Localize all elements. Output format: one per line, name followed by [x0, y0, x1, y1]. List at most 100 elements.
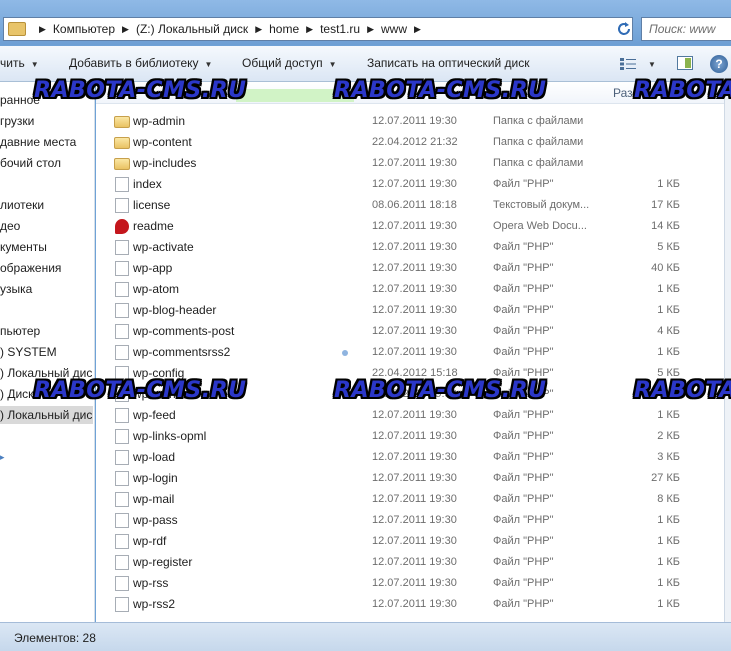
file-date: 12.07.2011 19:30 — [372, 178, 457, 190]
burn-button[interactable]: Записать на оптический диск — [367, 56, 530, 70]
file-row[interactable]: wp-includes 12.07.2011 19:30 Папка с файла… — [96, 153, 724, 174]
nav-item-local-disk-z[interactable]: ) Локальный дис — [0, 406, 93, 424]
folder-icon — [114, 158, 130, 170]
breadcrumb-www[interactable]: www — [381, 22, 407, 36]
nav-item-disk[interactable]: ) Диск — [0, 385, 33, 403]
file-row[interactable]: wp-content 22.04.2012 21:32 Папка с файлам… — [96, 132, 724, 153]
file-size: 1 КБ — [657, 535, 680, 547]
file-icon — [115, 471, 129, 486]
file-row[interactable]: wp-links-opml 12.07.2011 19:30 Файл "PHP" 2… — [96, 426, 724, 447]
folder-icon — [114, 116, 130, 128]
file-date: 12.07.2011 19:30 — [372, 493, 457, 505]
file-date: 12.07.2011 19:30 — [372, 283, 457, 295]
nav-item-video[interactable]: део — [0, 217, 20, 235]
file-list: ▲ Раз wp-admin 12.07.2011 19:30 Папка с фа… — [96, 82, 724, 622]
file-type: Папка с файлами — [493, 136, 584, 148]
file-row[interactable]: wp-comments-post 12.07.2011 19:30 Файл "PH… — [96, 321, 724, 342]
file-row[interactable]: readme 12.07.2011 19:30 Opera Web Docu... 1… — [96, 216, 724, 237]
file-row[interactable]: wp-rss 12.07.2011 19:30 Файл "PHP" 1 КБ — [96, 573, 724, 594]
file-row[interactable]: wp-feed 12.07.2011 19:30 Файл "PHP" 1 КБ — [96, 405, 724, 426]
file-date: 12.07.2011 19:30 — [372, 220, 457, 232]
chevron-down-icon: ▼ — [30, 60, 39, 69]
help-button[interactable]: ? — [710, 55, 728, 73]
file-row[interactable]: wp-mail 12.07.2011 19:30 Файл "PHP" 8 КБ — [96, 489, 724, 510]
file-name: wp-blog-header — [133, 303, 217, 317]
column-size-header[interactable]: Раз — [613, 86, 633, 100]
file-row[interactable]: wp-pass 12.07.2011 19:30 Файл "PHP" 1 КБ — [96, 510, 724, 531]
file-size: 1 КБ — [657, 178, 680, 190]
file-icon — [115, 282, 129, 297]
views-button[interactable]: ▼ — [620, 54, 660, 74]
nav-item-pictures[interactable]: ображения — [0, 259, 61, 277]
file-row[interactable]: wp-activate 12.07.2011 19:30 Файл "PHP" 5 К… — [96, 237, 724, 258]
share-button[interactable]: Общий доступ ▼ — [242, 56, 337, 70]
file-row[interactable]: wp-admin 12.07.2011 19:30 Папка с файлами — [96, 111, 724, 132]
file-date: 12.07.2011 19:30 — [372, 241, 457, 253]
vertical-scrollbar[interactable] — [724, 82, 731, 622]
watermark: RABOTA-CMS.RU — [334, 78, 547, 103]
file-size: 4 КБ — [657, 325, 680, 337]
file-row[interactable]: wp-app 12.07.2011 19:30 Файл "PHP" 40 КБ — [96, 258, 724, 279]
search-input[interactable]: Поиск: www — [641, 17, 731, 41]
file-row[interactable]: wp-login 12.07.2011 19:30 Файл "PHP" 27 КБ — [96, 468, 724, 489]
file-row[interactable]: wp-commentsrss2 12.07.2011 19:30 Файл "PHP… — [96, 342, 724, 363]
add-to-library-label: Добавить в библиотеку — [69, 56, 199, 70]
address-bar[interactable]: ▶ Компьютер ▶ (Z:) Локальный диск ▶ home ▶ t… — [3, 17, 633, 41]
nav-item-recent[interactable]: давние места — [0, 133, 76, 151]
navigation-pane: ранное грузки давние места бочий стол ли… — [0, 82, 95, 622]
status-bar: Элементов: 28 — [0, 622, 731, 651]
refresh-icon — [618, 22, 630, 35]
file-date: 12.07.2011 19:30 — [372, 472, 457, 484]
folder-icon — [8, 22, 26, 36]
nav-item-documents[interactable]: кументы — [0, 238, 47, 256]
preview-pane-button[interactable] — [677, 56, 693, 70]
chevron-right-icon[interactable]: ▶ — [414, 24, 421, 35]
nav-item-drive-system[interactable]: ) SYSTEM — [0, 343, 57, 361]
breadcrumb-computer[interactable]: Компьютер — [53, 22, 115, 36]
breadcrumb-home[interactable]: home — [269, 22, 299, 36]
chevron-down-icon: ▼ — [648, 59, 656, 69]
file-row[interactable]: wp-rss2 12.07.2011 19:30 Файл "PHP" 1 КБ — [96, 594, 724, 615]
breadcrumb-drive[interactable]: (Z:) Локальный диск — [136, 22, 248, 36]
file-date: 22.04.2012 21:32 — [372, 136, 458, 148]
file-type: Файл "PHP" — [493, 325, 554, 337]
chevron-right-icon[interactable]: ▶ — [306, 24, 313, 35]
file-date: 12.07.2011 19:30 — [372, 577, 457, 589]
chevron-right-icon[interactable]: ▶ — [255, 24, 262, 35]
nav-item-libraries[interactable]: лиотеки — [0, 196, 44, 214]
refresh-button[interactable] — [614, 19, 634, 39]
file-row[interactable]: wp-register 12.07.2011 19:30 Файл "PHP" 1 К… — [96, 552, 724, 573]
nav-item-music[interactable]: узыка — [0, 280, 32, 298]
file-row[interactable]: wp-load 12.07.2011 19:30 Файл "PHP" 3 КБ — [96, 447, 724, 468]
file-date: 12.07.2011 19:30 — [372, 346, 457, 358]
file-date: 12.07.2011 19:30 — [372, 304, 457, 316]
file-type: Файл "PHP" — [493, 283, 554, 295]
nav-item-desktop[interactable]: бочий стол — [0, 154, 61, 172]
add-to-library-button[interactable]: Добавить в библиотеку ▼ — [69, 56, 212, 70]
file-icon — [115, 303, 129, 318]
file-icon — [115, 408, 129, 423]
file-row[interactable]: license 08.06.2011 18:18 Текстовый докум..… — [96, 195, 724, 216]
file-icon — [115, 492, 129, 507]
file-date: 12.07.2011 19:30 — [372, 115, 457, 127]
breadcrumb-site[interactable]: test1.ru — [320, 22, 360, 36]
address-area: ▶ Компьютер ▶ (Z:) Локальный диск ▶ home ▶ t… — [0, 0, 731, 45]
nav-item-downloads[interactable]: грузки — [0, 112, 34, 130]
file-type: Файл "PHP" — [493, 577, 554, 589]
chevron-right-icon[interactable]: ▶ — [367, 24, 374, 35]
file-row[interactable]: index 12.07.2011 19:30 Файл "PHP" 1 КБ — [96, 174, 724, 195]
file-size: 1 КБ — [657, 346, 680, 358]
file-size: 3 КБ — [657, 451, 680, 463]
file-date: 12.07.2011 19:30 — [372, 262, 457, 274]
chevron-right-icon[interactable]: ▶ — [39, 24, 46, 35]
chevron-right-icon[interactable]: ▶ — [122, 24, 129, 35]
file-row[interactable]: wp-rdf 12.07.2011 19:30 Файл "PHP" 1 КБ — [96, 531, 724, 552]
organize-button[interactable]: чить ▼ — [0, 56, 39, 70]
file-size: 1 КБ — [657, 514, 680, 526]
file-type: Файл "PHP" — [493, 241, 554, 253]
chevron-right-icon[interactable]: ▸ — [0, 448, 5, 466]
file-row[interactable]: wp-atom 12.07.2011 19:30 Файл "PHP" 1 КБ — [96, 279, 724, 300]
file-row[interactable]: wp-blog-header 12.07.2011 19:30 Файл "PHP"… — [96, 300, 724, 321]
nav-item-computer[interactable]: пьютер — [0, 322, 40, 340]
command-toolbar: чить ▼ Добавить в библиотеку ▼ Общий досту… — [0, 46, 731, 82]
